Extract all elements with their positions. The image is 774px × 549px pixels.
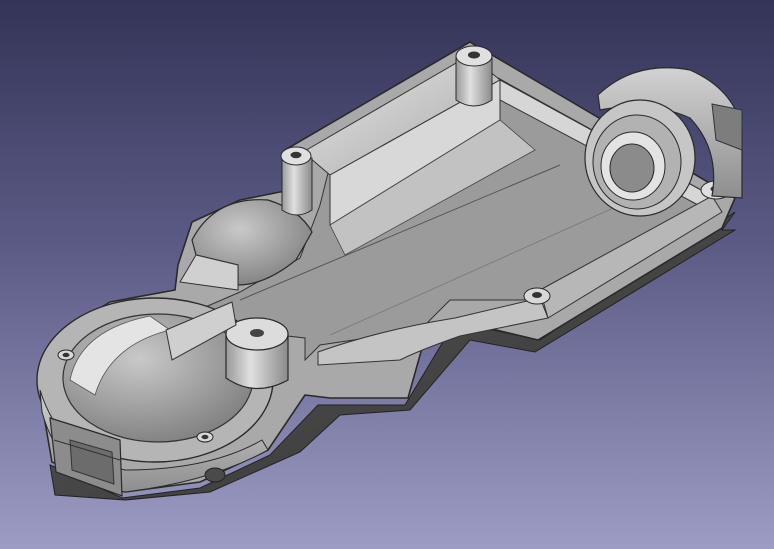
bearing-bore xyxy=(609,143,655,193)
boss-hole xyxy=(250,329,264,337)
screw-hole-pocket-front xyxy=(196,431,214,443)
screw-boss-left xyxy=(280,146,313,216)
screw-hole-pocket-left xyxy=(57,349,75,361)
screw-boss-front xyxy=(523,287,551,305)
bearing-seat xyxy=(584,67,743,217)
3d-viewport[interactable] xyxy=(0,0,774,549)
side-hole xyxy=(204,467,226,483)
screw-boss-back xyxy=(455,45,493,107)
cad-scene xyxy=(36,41,743,501)
